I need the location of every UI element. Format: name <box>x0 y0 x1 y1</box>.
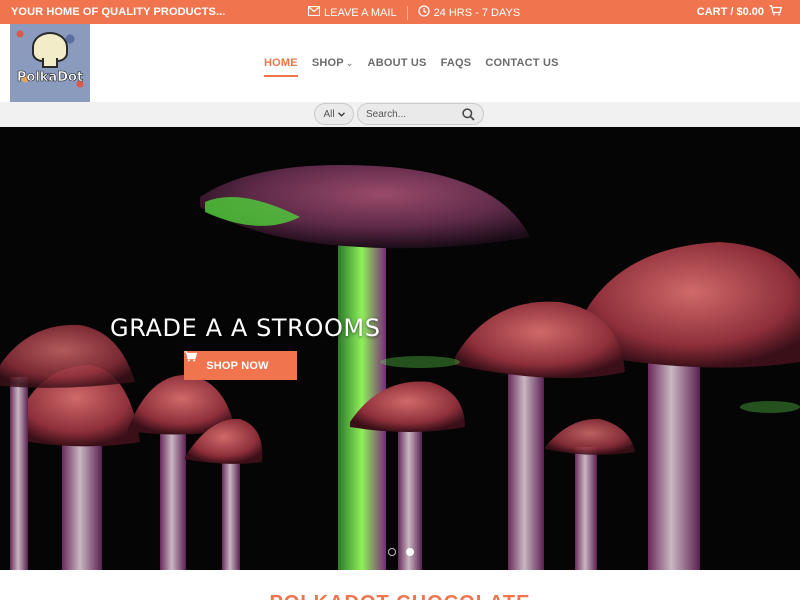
leave-mail-link[interactable]: LEAVE A MAIL <box>307 5 397 19</box>
clock-icon <box>417 5 430 20</box>
cart-link[interactable]: CART / $0.00 <box>696 5 783 19</box>
search-bar: All <box>0 102 800 127</box>
cart-icon <box>769 5 783 19</box>
tagline: YOUR HOME OF QUALITY PRODUCTS... <box>11 6 226 18</box>
nav-faqs-label: FAQS <box>440 57 472 69</box>
contact-info: LEAVE A MAIL 24 HRS - 7 DAYS <box>307 5 521 20</box>
hero-slider: GRADE A A STROOMS SHOP NOW <box>0 127 800 570</box>
hero-image-mushrooms <box>0 165 800 570</box>
hours-label: 24 HRS - 7 DAYS <box>433 6 521 19</box>
search-field[interactable] <box>357 103 484 125</box>
nav-about-label: ABOUT US <box>367 57 427 69</box>
nav-home-label: HOME <box>264 57 298 69</box>
logo-mushroom-stem <box>42 58 58 68</box>
search-input[interactable] <box>366 108 456 120</box>
nav-item-home[interactable]: HOME <box>264 57 298 77</box>
logo-text: PolkaDot <box>16 70 84 86</box>
nav-item-contact-us[interactable]: CONTACT US <box>485 57 558 69</box>
category-select[interactable]: All <box>314 103 354 125</box>
hero-headline: GRADE A A STROOMS <box>110 314 381 342</box>
leave-mail-label: LEAVE A MAIL <box>324 6 397 19</box>
divider <box>406 5 408 20</box>
nav-item-shop[interactable]: SHOP ⌄ <box>312 57 354 69</box>
envelope-icon <box>307 5 321 19</box>
section-heading-area: POLKADOT CHOCOLATE <box>0 570 800 600</box>
slider-dots <box>388 548 414 556</box>
search-icon[interactable] <box>462 108 475 126</box>
category-value: All <box>323 108 335 120</box>
nav-item-faqs[interactable]: FAQS <box>441 57 472 69</box>
nav-shop-label: SHOP <box>311 57 344 69</box>
search-form: All <box>314 103 484 125</box>
main-nav: HOME SHOP ⌄ ABOUT US FAQS CONTACT US <box>264 57 573 77</box>
cart-total: CART / $0.00 <box>696 6 764 18</box>
slider-dot-1[interactable] <box>388 548 396 556</box>
site-logo[interactable]: PolkaDot <box>10 24 90 102</box>
slider-dot-2[interactable] <box>406 548 414 556</box>
nav-item-about-us[interactable]: ABOUT US <box>368 57 427 69</box>
section-title: POLKADOT CHOCOLATE <box>0 592 800 600</box>
hours-info: 24 HRS - 7 DAYS <box>417 5 521 20</box>
shop-now-button[interactable]: SHOP NOW <box>184 351 297 380</box>
site-header: PolkaDot HOME SHOP ⌄ ABOUT US FAQS CONTAC… <box>0 24 800 102</box>
nav-contact-label: CONTACT US <box>485 57 559 69</box>
shop-now-label: SHOP NOW <box>206 359 269 372</box>
chevron-down-icon <box>337 110 345 119</box>
chevron-down-icon: ⌄ <box>345 57 354 68</box>
top-bar: YOUR HOME OF QUALITY PRODUCTS... LEAVE A… <box>0 0 800 24</box>
